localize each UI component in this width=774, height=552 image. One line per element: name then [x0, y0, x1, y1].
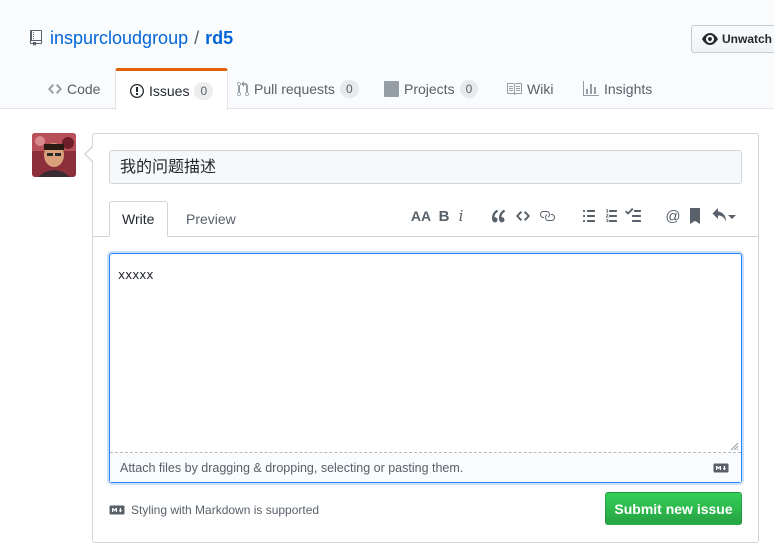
issues-count-badge: 0 — [194, 81, 214, 100]
chevron-down-icon — [728, 215, 736, 219]
quote-icon[interactable] — [491, 206, 507, 226]
tab-wiki[interactable]: Wiki — [506, 68, 553, 109]
repo-owner-link[interactable]: inspurcloudgroup — [50, 28, 188, 49]
link-icon[interactable] — [538, 206, 556, 226]
tasklist-icon[interactable] — [625, 206, 641, 226]
reply-icon[interactable] — [710, 206, 738, 226]
tab-pull-requests[interactable]: Pull requests 0 — [237, 68, 359, 109]
ordered-list-icon[interactable] — [604, 206, 618, 226]
tab-issues[interactable]: Issues 0 — [115, 68, 229, 110]
issue-opened-icon — [130, 83, 144, 98]
bookmark-icon[interactable] — [689, 206, 701, 226]
tab-preview[interactable]: Preview — [174, 201, 248, 237]
form-caret-inner — [86, 147, 93, 161]
tab-insights[interactable]: Insights — [583, 68, 652, 109]
repo-name-link[interactable]: rd5 — [205, 28, 233, 49]
repo-header: inspurcloudgroup / rd5 Unwatch Code Issu… — [0, 0, 774, 110]
repo-icon — [30, 29, 44, 48]
resize-grip-icon[interactable] — [729, 441, 739, 451]
markdown-support-note[interactable]: Styling with Markdown is supported — [109, 503, 319, 517]
submit-new-issue-button[interactable]: Submit new issue — [605, 492, 742, 525]
repo-separator: / — [194, 28, 200, 48]
bold-icon[interactable]: B — [438, 206, 450, 226]
header-icon[interactable]: AA — [411, 206, 431, 226]
tab-code[interactable]: Code — [48, 68, 100, 109]
attach-files-bar[interactable]: Attach files by dragging & dropping, sel… — [110, 454, 741, 482]
tab-code-label: Code — [67, 80, 101, 97]
tab-wiki-label: Wiki — [527, 80, 554, 97]
issue-body-editor: xxxxx Attach files by dragging & droppin… — [109, 253, 742, 483]
unwatch-label: Unwatch — [722, 32, 773, 46]
code-icon[interactable] — [515, 206, 531, 226]
project-icon — [384, 80, 399, 97]
graph-icon — [583, 80, 599, 96]
unordered-list-icon[interactable] — [582, 206, 596, 226]
projects-count-badge: 0 — [459, 79, 479, 98]
tab-write[interactable]: Write — [109, 201, 168, 237]
tab-projects-label: Projects — [404, 80, 455, 97]
attach-files-text: Attach files by dragging & dropping, sel… — [120, 461, 464, 475]
tab-issues-label: Issues — [149, 82, 190, 99]
repo-title: inspurcloudgroup / rd5 — [30, 28, 233, 49]
user-avatar[interactable] — [32, 133, 76, 177]
book-icon — [507, 82, 522, 95]
markdown-support-text: Styling with Markdown is supported — [131, 503, 320, 517]
pull-requests-count-badge: 0 — [339, 79, 359, 98]
git-pull-request-icon — [237, 80, 249, 96]
markdown-icon — [713, 463, 729, 473]
mention-icon[interactable]: @ — [665, 206, 681, 226]
markdown-icon — [109, 505, 125, 515]
italic-icon[interactable]: i — [456, 206, 466, 226]
eye-icon — [702, 33, 718, 45]
issue-title-input[interactable]: 我的问题描述 — [109, 150, 742, 184]
tab-projects[interactable]: Projects 0 — [384, 68, 479, 109]
code-icon — [48, 83, 62, 94]
unwatch-button[interactable]: Unwatch — [691, 25, 774, 53]
issue-body-textarea[interactable]: xxxxx — [110, 254, 741, 453]
tab-insights-label: Insights — [604, 80, 653, 97]
tab-pull-requests-label: Pull requests — [254, 80, 335, 97]
